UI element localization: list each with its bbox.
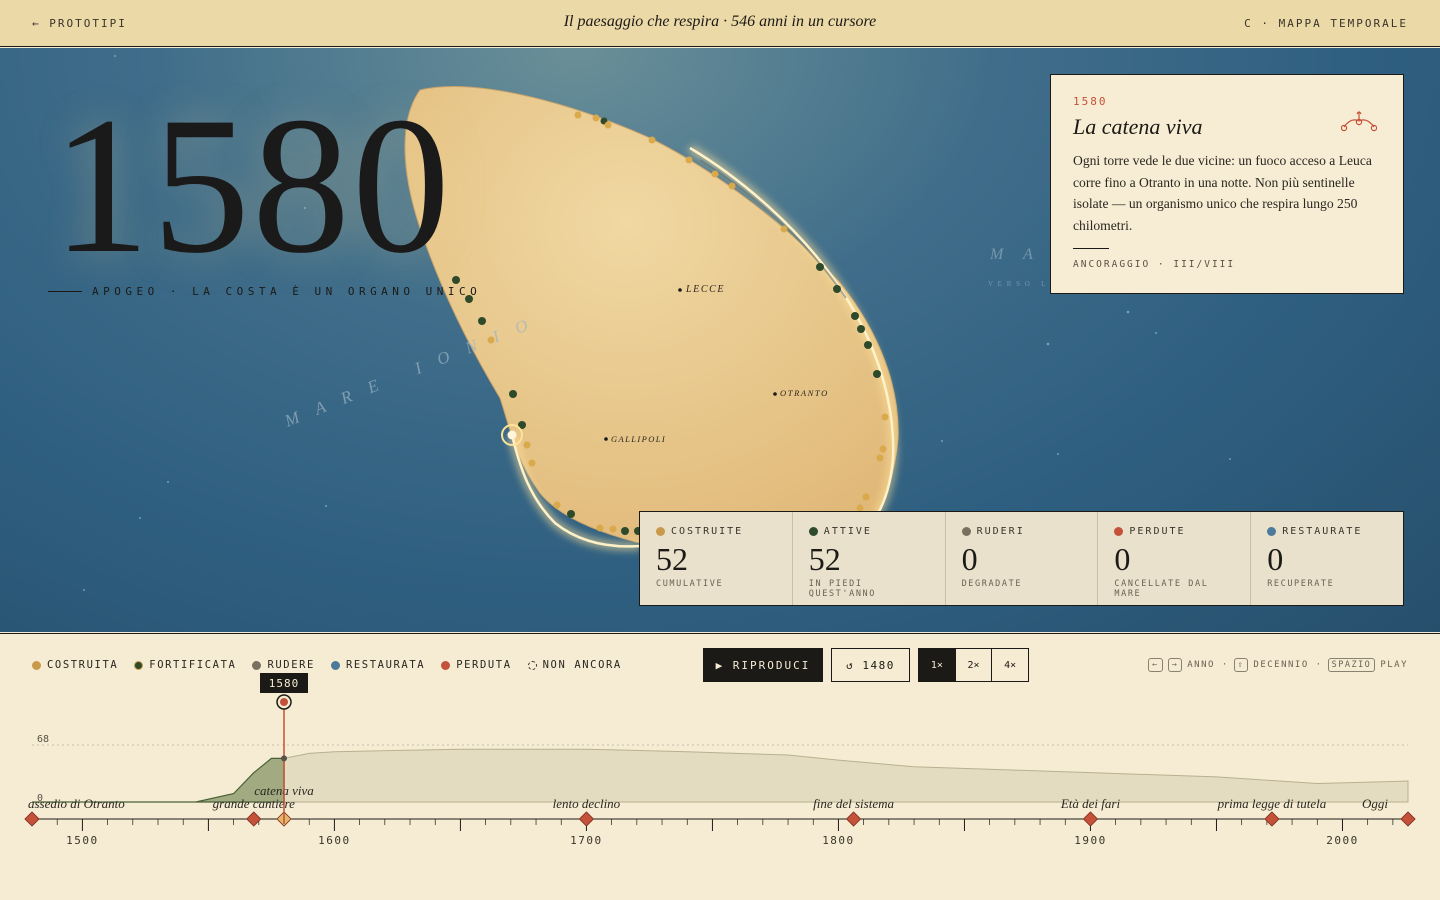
stat-label: ATTIVE <box>823 526 872 537</box>
stat-sub: CUMULATIVE <box>656 579 724 589</box>
stat-value: 52 <box>656 541 688 577</box>
tower-chain-icon <box>1341 111 1377 132</box>
town-label-otranto: OTRANTO <box>780 388 829 398</box>
era-label-text: APOGEO · LA COSTA È UN ORGANO UNICO <box>92 285 482 298</box>
stat-dot-icon <box>1267 527 1277 536</box>
stat-value: 0 <box>1267 541 1284 577</box>
page-title: Il paesaggio che respira · 546 anni in u… <box>563 13 877 30</box>
card-anchor-label: ANCORAGGIO · III/VIII <box>1073 259 1236 270</box>
event-marker <box>24 811 40 827</box>
event-label: fine del sistema <box>813 796 894 811</box>
view-switch-link[interactable]: C · MAPPA TEMPORALE <box>1244 17 1408 30</box>
stat-sub: CANCELLATE DAL MARE <box>1114 579 1209 599</box>
stat-label: RUDERI <box>976 526 1025 537</box>
era-info-card: 1580 La catena viva Ogni torre vede le d… <box>1050 74 1404 294</box>
era-label: APOGEO · LA COSTA È UN ORGANO UNICO <box>48 285 481 298</box>
event-label: Oggi <box>1362 796 1388 811</box>
era-rule <box>48 291 82 292</box>
event-marker <box>578 811 595 827</box>
year-cursor-dot <box>280 698 289 706</box>
stat-attive: ATTIVE 52 IN PIEDI QUEST'ANNO <box>793 512 946 605</box>
timeline-tick-label: 1600 <box>318 834 351 847</box>
timeline-tick-label: 2000 <box>1326 834 1359 847</box>
stat-sub: RECUPERATE <box>1267 579 1335 589</box>
cursor-series-point <box>281 755 288 762</box>
stat-restaurate: RESTAURATE 0 RECUPERATE <box>1251 512 1403 605</box>
stat-dot-icon <box>656 527 665 536</box>
stat-value: 52 <box>808 541 841 577</box>
stat-ruderi: RUDERI 0 DEGRADATE <box>946 512 1099 605</box>
event-label: Età dei fari <box>1060 796 1121 811</box>
stats-panel: COSTRUITE 52 CUMULATIVE ATTIVE 52 IN PIE… <box>639 511 1404 606</box>
event-label: grande cantiere <box>213 796 295 811</box>
event-marker <box>1400 811 1416 827</box>
coast-map[interactable]: LECCE OTRANTO GALLIPOLI M A R E I O N I … <box>0 48 1440 632</box>
card-year: 1580 <box>1073 95 1108 108</box>
stat-label: PERDUTE <box>1129 526 1186 537</box>
town-label-lecce: LECCE <box>686 284 726 295</box>
stat-sub: DEGRADATE <box>961 579 1023 589</box>
peninsula-shape <box>404 86 899 544</box>
event-label: assedio di Otranto <box>28 796 125 811</box>
timeline-tick-label: 1500 <box>66 834 99 847</box>
stat-label: RESTAURATE <box>1282 526 1363 537</box>
stat-sub: IN PIEDI QUEST'ANNO <box>808 579 876 599</box>
current-year-display: 1580 <box>52 77 452 294</box>
stat-dot-icon <box>808 527 818 536</box>
timeline-tick-label: 1900 <box>1074 834 1107 847</box>
event-marker <box>1082 811 1099 827</box>
timeline-tick-label: 1800 <box>822 834 855 847</box>
stat-value: 0 <box>1114 541 1131 577</box>
town-label-gallipoli: GALLIPOLI <box>611 434 667 444</box>
stat-perdute: PERDUTE 0 CANCELLATE DAL MARE <box>1098 512 1252 605</box>
timeline-tick-label: 1700 <box>570 834 603 847</box>
cursor-year-tag: 1580 <box>260 673 308 693</box>
stat-dot-icon <box>1114 527 1124 536</box>
y-max-label: 68 <box>37 734 49 745</box>
stat-value: 0 <box>961 541 978 577</box>
card-title: La catena viva <box>1073 114 1203 139</box>
card-body: Ogni torre vede le due vicine: un fuoco … <box>1073 153 1372 233</box>
timeline-chart[interactable]: 68 0 1500 1600 1700 1800 1900 2000 assedio di… <box>0 634 1440 900</box>
stat-costruite: COSTRUITE 52 CUMULATIVE <box>640 512 793 605</box>
event-label: lento declino <box>553 796 621 811</box>
top-bar: ← PROTOTIPI Il paesaggio che respira · 5… <box>0 0 1440 47</box>
timeline-controls: COSTRUITA FORTIFICATA RUDERE RESTAURATA … <box>0 633 1440 900</box>
sea-label-adriatico: M A <box>990 246 1041 263</box>
card-divider <box>1073 248 1109 249</box>
event-marker <box>845 811 862 827</box>
event-label: prima legge di tutela <box>1217 796 1327 811</box>
stat-dot-icon <box>961 527 971 536</box>
stat-label: COSTRUITE <box>671 526 744 537</box>
